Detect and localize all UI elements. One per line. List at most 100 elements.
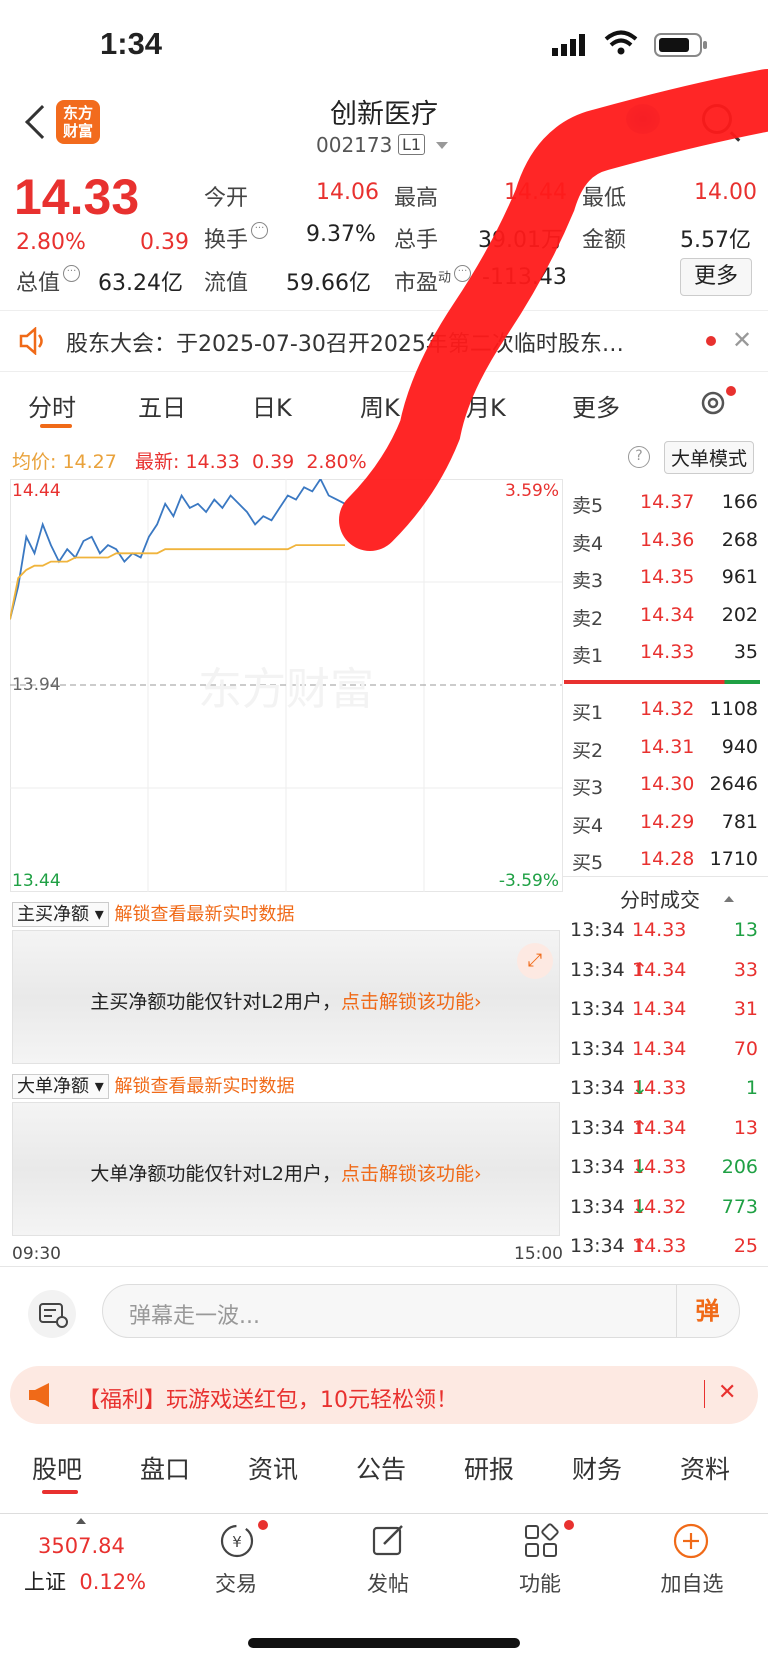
orderbook-sell-row[interactable]: 卖3 14.35 961 xyxy=(572,566,758,596)
big-mode-button[interactable]: 大单模式 xyxy=(664,441,755,474)
nav-function[interactable]: 功能 xyxy=(500,1568,580,1598)
ob-price: 14.33 xyxy=(640,641,695,663)
ticks-title[interactable]: 分时成交 xyxy=(620,884,700,913)
tab-more[interactable]: 更多 xyxy=(572,388,620,423)
open-value: 14.06 xyxy=(316,180,379,205)
main-net-select[interactable]: 主买净额 ▾ xyxy=(12,902,109,927)
orderbook-sell-row[interactable]: 卖5 14.37 166 xyxy=(572,491,758,521)
amount-value: 5.57亿 xyxy=(680,228,751,253)
tick-row[interactable]: 13:34 14.34 ↑ 33 xyxy=(570,959,760,991)
home-indicator[interactable] xyxy=(248,1638,520,1648)
tick-volume: 1 xyxy=(745,1077,758,1099)
high-label: 最高 xyxy=(394,186,439,211)
high-value: 14.44 xyxy=(504,180,567,205)
main-net-unlock[interactable]: 解锁查看最新实时数据 xyxy=(115,904,295,925)
orderbook-buy-row[interactable]: 买3 14.30 2646 xyxy=(572,773,758,803)
function-icon[interactable] xyxy=(522,1522,560,1560)
btab-pankou[interactable]: 盘口 xyxy=(140,1450,190,1486)
nav-add-favorite[interactable]: 加自选 xyxy=(652,1568,732,1598)
orderbook-buy-row[interactable]: 买1 14.32 1108 xyxy=(572,698,758,728)
index-name[interactable]: 上证 0.12% xyxy=(24,1566,146,1596)
close-icon[interactable]: ✕ xyxy=(732,326,752,354)
add-favorite-icon[interactable] xyxy=(672,1522,710,1560)
ob-price: 14.37 xyxy=(640,491,695,513)
low-label: 最低 xyxy=(582,186,627,211)
caret-up-icon[interactable] xyxy=(724,896,734,902)
pe-value: -113.43 xyxy=(482,265,567,290)
tick-row[interactable]: 13:34 14.33 13 xyxy=(570,919,760,951)
tick-row[interactable]: 13:34 14.33 ↓ 206 xyxy=(570,1156,760,1188)
info-dots-icon[interactable]: ··· xyxy=(251,222,269,239)
btab-news[interactable]: 资讯 xyxy=(248,1450,298,1486)
info-dots-icon[interactable]: ··· xyxy=(454,265,472,282)
btab-research[interactable]: 研报 xyxy=(464,1450,514,1486)
btab-announce[interactable]: 公告 xyxy=(356,1450,406,1486)
orderbook-sell-row[interactable]: 卖1 14.33 35 xyxy=(572,641,758,671)
orderbook-buy-row[interactable]: 买2 14.31 940 xyxy=(572,736,758,766)
change-amount: 0.39 xyxy=(140,230,189,255)
timeshare-chart[interactable]: 东方财富 14.44 3.59% 13.94 13.44 -3.59% xyxy=(9,477,563,892)
main-net-unlock-link[interactable]: 点击解锁该功能 xyxy=(341,991,474,1013)
index-up-icon xyxy=(76,1518,86,1524)
trade-icon[interactable]: ¥ xyxy=(218,1522,256,1560)
search-icon[interactable] xyxy=(702,104,732,134)
robot-avatar-icon[interactable] xyxy=(626,104,660,134)
orderbook-buy-row[interactable]: 买5 14.28 1710 xyxy=(572,848,758,878)
big-net-select[interactable]: 大单净额 ▾ xyxy=(12,1074,109,1099)
info-dots-icon[interactable]: ··· xyxy=(63,265,81,282)
total-value: 63.24亿 xyxy=(98,271,183,296)
tick-row[interactable]: 13:34 14.33 ↑ 25 xyxy=(570,1235,760,1267)
tab-five-day[interactable]: 五日 xyxy=(138,388,186,423)
more-button[interactable]: 更多 xyxy=(680,258,752,296)
big-net-unlock-link[interactable]: 点击解锁该功能 xyxy=(341,1163,474,1185)
post-icon[interactable] xyxy=(370,1522,408,1560)
help-icon[interactable]: ? xyxy=(628,446,650,468)
ob-label: 卖3 xyxy=(572,570,604,592)
promo-text[interactable]: 【福利】玩游戏送红包，10元轻松领！ xyxy=(78,1382,458,1414)
ob-volume: 202 xyxy=(721,603,758,626)
ob-price: 14.34 xyxy=(640,603,695,626)
tick-time: 13:34 xyxy=(570,958,625,981)
notice-text[interactable]: 股东大会：于2025-07-30召开2025年第二次临时股东… xyxy=(66,326,624,358)
ob-volume: 1108 xyxy=(709,698,758,720)
tick-volume: 70 xyxy=(733,1037,758,1060)
y-top-label: 14.44 xyxy=(12,481,61,501)
tab-week-k[interactable]: 周K xyxy=(360,388,400,423)
tab-day-k[interactable]: 日K xyxy=(252,388,292,423)
tick-volume: 206 xyxy=(721,1156,758,1178)
tab-timeshare[interactable]: 分时 xyxy=(28,388,76,423)
btab-guba[interactable]: 股吧 xyxy=(32,1450,82,1486)
trade-dot xyxy=(258,1520,268,1530)
ob-price: 14.35 xyxy=(640,566,695,588)
btab-finance[interactable]: 财务 xyxy=(572,1450,622,1486)
level-badge[interactable]: L1 xyxy=(398,134,426,155)
big-net-unlock[interactable]: 解锁查看最新实时数据 xyxy=(115,1076,295,1097)
tick-row[interactable]: 13:34 14.32 ↓ 773 xyxy=(570,1196,760,1228)
danmu-settings-icon[interactable] xyxy=(28,1290,76,1338)
danmu-send-button[interactable]: 弹 xyxy=(676,1285,738,1337)
tick-row[interactable]: 13:34 14.34 31 xyxy=(570,998,760,1030)
expand-icon[interactable]: ⤢ xyxy=(517,943,553,979)
current-price: 14.33 xyxy=(14,169,140,225)
tick-volume: 31 xyxy=(733,998,758,1020)
big-net-panel: 大单净额功能仅针对L2用户，点击解锁该功能› xyxy=(12,1102,560,1236)
index-value[interactable]: 3507.84 xyxy=(38,1534,125,1558)
nav-post[interactable]: 发帖 xyxy=(348,1568,428,1598)
btab-profile[interactable]: 资料 xyxy=(680,1450,730,1486)
promo-close-icon[interactable]: ✕ xyxy=(718,1380,736,1405)
orderbook-sell-row[interactable]: 卖4 14.36 268 xyxy=(572,529,758,559)
orderbook-buy-row[interactable]: 买4 14.29 781 xyxy=(572,811,758,841)
tick-row[interactable]: 13:34 14.34 70 xyxy=(570,1038,760,1070)
settings-icon[interactable] xyxy=(698,388,728,422)
chart-watermark: 东方财富 xyxy=(198,664,374,715)
orderbook-sell-row[interactable]: 卖2 14.34 202 xyxy=(572,604,758,634)
ob-label: 买2 xyxy=(572,739,604,762)
tick-row[interactable]: 13:34 14.34 ↑ 13 xyxy=(570,1117,760,1149)
nav-trade[interactable]: 交易 xyxy=(196,1568,276,1598)
tick-row[interactable]: 13:34 14.33 ↓ 1 xyxy=(570,1077,760,1109)
tick-time: 13:34 xyxy=(570,919,625,941)
speaker-icon xyxy=(18,326,48,359)
caret-down-icon[interactable] xyxy=(436,142,448,149)
tab-month-k[interactable]: 月K xyxy=(466,388,506,423)
danmu-input[interactable]: 弹幕走一波... xyxy=(102,1284,740,1338)
